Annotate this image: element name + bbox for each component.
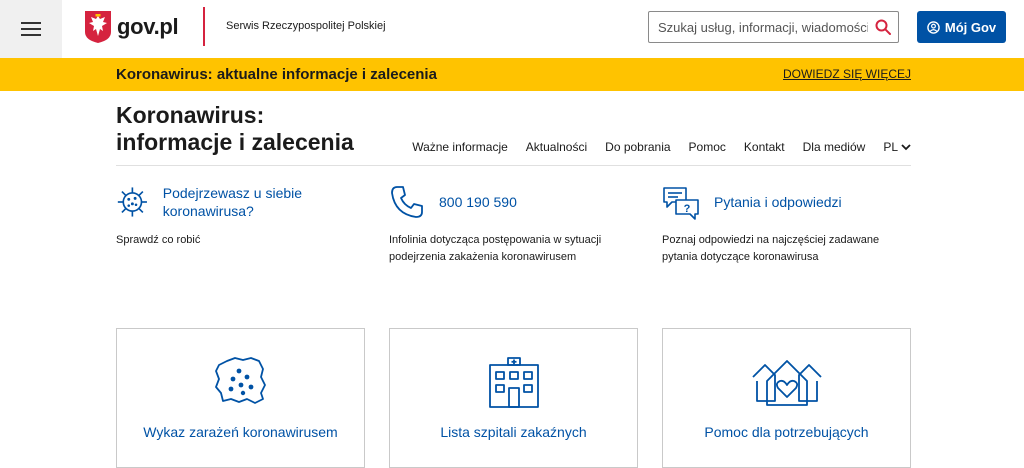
info-suspect: Podejrzewasz u siebie koronawirusa? Spra…: [116, 184, 376, 249]
card-infections-list[interactable]: Wykaz zarażeń koronawirusem: [116, 328, 365, 468]
nav-item-do-pobrania[interactable]: Do pobrania: [605, 140, 670, 154]
moj-gov-button[interactable]: Mój Gov: [917, 11, 1006, 43]
nav-item-aktualnosci[interactable]: Aktualności: [526, 140, 587, 154]
search-input[interactable]: [649, 12, 868, 42]
search-box: [648, 11, 899, 43]
chevron-down-icon: [901, 143, 911, 150]
nav-item-dla-mediow[interactable]: Dla mediów: [803, 140, 866, 154]
corona-banner: Koronawirus: aktualne informacje i zalec…: [0, 58, 1024, 91]
svg-text:?: ?: [684, 203, 691, 215]
language-label: PL: [883, 140, 898, 154]
language-selector[interactable]: PL: [883, 140, 911, 154]
nav-item-wazne-informacje[interactable]: Ważne informacje: [412, 140, 508, 154]
card-infections-label: Wykaz zarażeń koronawirusem: [143, 424, 338, 440]
info-hotline-number[interactable]: 800 190 590: [439, 193, 517, 211]
banner-more-link[interactable]: DOWIEDZ SIĘ WIĘCEJ: [783, 67, 911, 81]
search-icon: [875, 19, 891, 35]
phone-icon: [391, 186, 423, 218]
search-button[interactable]: [868, 12, 898, 42]
menu-button[interactable]: [0, 0, 62, 58]
card-help-label: Pomoc dla potrzebujących: [704, 424, 869, 440]
nav-item-pomoc[interactable]: Pomoc: [689, 140, 726, 154]
logo-wordmark: gov.pl: [117, 14, 179, 39]
hospital-icon: [488, 357, 539, 408]
top-bar: gov.pl Serwis Rzeczypospolitej Polskiej …: [0, 0, 1024, 58]
info-hotline-desc: Infolinia dotycząca postępowania w sytua…: [389, 234, 602, 263]
page-title: Koronawirus: informacje i zalecenia: [116, 102, 354, 155]
info-faq-desc: Poznaj odpowiedzi na najczęściej zadawan…: [662, 234, 880, 263]
hamburger-icon: [21, 22, 41, 36]
moj-gov-label: Mój Gov: [944, 19, 997, 35]
info-suspect-link[interactable]: Podejrzewasz u siebie koronawirusa?: [163, 184, 376, 220]
info-suspect-desc: Sprawdź co robić: [116, 234, 201, 246]
nav-item-kontakt[interactable]: Kontakt: [744, 140, 785, 154]
poland-map-icon: [214, 357, 266, 404]
info-faq: ? Pytania i odpowiedzi Poznaj odpowiedzi…: [662, 184, 912, 266]
section-nav: Ważne informacje Aktualności Do pobrania…: [394, 140, 911, 154]
nav-divider: [116, 165, 911, 166]
info-hotline: 800 190 590 Infolinia dotycząca postępow…: [389, 184, 634, 266]
eagle-emblem-icon: [85, 11, 111, 43]
houses-heart-icon: [751, 360, 822, 406]
service-name: Serwis Rzeczypospolitej Polskiej: [226, 20, 386, 32]
card-help-needy[interactable]: Pomoc dla potrzebujących: [662, 328, 911, 468]
virus-icon: [117, 187, 147, 217]
govpl-logo[interactable]: gov.pl: [84, 10, 179, 44]
banner-title: Koronawirus: aktualne informacje i zalec…: [116, 66, 437, 83]
faq-icon: ?: [663, 187, 699, 220]
card-hospitals-list[interactable]: Lista szpitali zakaźnych: [389, 328, 638, 468]
user-icon: [927, 20, 940, 34]
card-hospitals-label: Lista szpitali zakaźnych: [440, 424, 587, 440]
info-faq-link[interactable]: Pytania i odpowiedzi: [714, 193, 842, 211]
logo-divider: [203, 7, 205, 46]
